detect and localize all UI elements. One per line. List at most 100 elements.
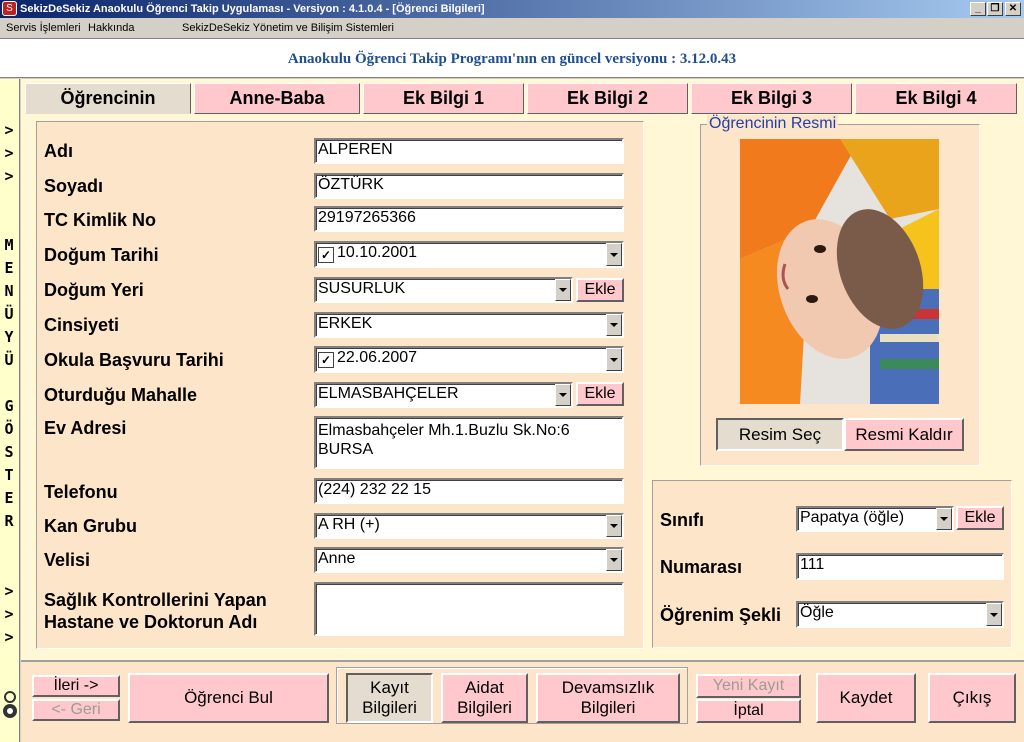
version-banner-text: Anaokulu Öğrenci Takip Programı'nın en g…: [287, 51, 737, 67]
sinif-ekle-button[interactable]: Ekle: [956, 506, 1004, 530]
dogum-tarihi-picker[interactable]: ✓ 10.10.2001: [314, 241, 624, 268]
mahalle-ekle-button[interactable]: Ekle: [576, 382, 624, 406]
kayit-bilgileri-button[interactable]: Kayıt Bilgileri: [346, 673, 433, 723]
menu-bar: Servis İşlemleri Hakkında SekizDeSekiz Y…: [0, 18, 1024, 38]
side-menu-letter: Ü: [4, 305, 14, 323]
dropdown-arrow-icon[interactable]: [986, 603, 1002, 626]
label-adi: Adı: [44, 141, 73, 161]
ogrenim-sekli-value: Öğle: [800, 604, 834, 621]
dropdown-arrow-icon[interactable]: [606, 314, 622, 336]
dogum-yeri-select[interactable]: SUSURLUK: [314, 277, 573, 303]
ogrenim-sekli-select[interactable]: Öğle: [796, 601, 1004, 628]
dropdown-arrow-icon[interactable]: [555, 279, 571, 301]
side-menu-letter: M: [4, 236, 14, 254]
adi-field[interactable]: ALPEREN: [314, 138, 624, 164]
side-menu-letter: T: [4, 466, 14, 484]
devamsizlik-label-2: Bilgileri: [580, 698, 636, 717]
photo-group-title: Öğrencinin Resmi: [707, 115, 839, 133]
mahalle-value: ELMASBAHÇELER: [318, 385, 459, 402]
app-icon[interactable]: S: [2, 1, 17, 16]
arrow-icon: >: [4, 605, 14, 623]
label-dogum-yeri: Doğum Yeri: [44, 280, 144, 300]
tab-anne-baba[interactable]: Anne-Baba: [194, 83, 360, 114]
geri-button[interactable]: <- Geri: [32, 699, 120, 721]
iptal-button[interactable]: İptal: [696, 699, 801, 723]
label-saglik-2: Hastane ve Doktorun Adı: [44, 612, 258, 632]
label-ogrenim-sekli: Öğrenim Şekli: [660, 605, 782, 625]
numara-field[interactable]: 111: [796, 553, 1004, 580]
dropdown-arrow-icon[interactable]: [555, 384, 571, 406]
adres-textarea[interactable]: Elmasbahçeler Mh.1.Buzlu Sk.No:6 BURSA: [314, 416, 624, 469]
label-basvuru-tarihi: Okula Başvuru Tarihi: [44, 350, 224, 370]
adres-line-1: Elmasbahçeler Mh.1.Buzlu Sk.No:6: [318, 422, 570, 439]
yeni-kayit-button[interactable]: Yeni Kayıt: [696, 674, 801, 698]
window-title: SekizDeSekiz Anaokulu Öğrenci Takip Uygu…: [20, 3, 485, 15]
label-tc: TC Kimlik No: [44, 210, 157, 230]
label-cinsiyet: Cinsiyeti: [44, 315, 120, 335]
arrow-icon: >: [4, 582, 14, 600]
menu-company[interactable]: SekizDeSekiz Yönetim ve Bilişim Sistemle…: [182, 18, 394, 38]
menu-hakkinda[interactable]: Hakkında: [88, 18, 134, 38]
label-adres: Ev Adresi: [44, 418, 127, 438]
devamsizlik-bilgileri-button[interactable]: Devamsızlık Bilgileri: [536, 673, 680, 723]
kayit-bilgileri-label-2: Bilgileri: [362, 698, 417, 717]
telefon-field[interactable]: (224) 232 22 15: [314, 478, 624, 504]
ileri-button[interactable]: İleri ->: [32, 675, 120, 697]
kaydet-button[interactable]: Kaydet: [816, 673, 916, 723]
side-menu-letter: G: [4, 397, 14, 415]
checkbox-icon[interactable]: ✓: [318, 352, 334, 368]
tab-ek-bilgi-3[interactable]: Ek Bilgi 3: [691, 83, 852, 114]
close-icon[interactable]: ✕: [1005, 2, 1021, 16]
saglik-textarea[interactable]: [314, 582, 624, 636]
dropdown-arrow-icon[interactable]: [606, 348, 622, 371]
side-menu-letter: Ö: [4, 420, 14, 438]
soyadi-field[interactable]: ÖZTÜRK: [314, 173, 624, 199]
dropdown-arrow-icon[interactable]: [936, 508, 952, 530]
basvuru-tarihi-picker[interactable]: ✓ 22.06.2007: [314, 346, 624, 373]
arrow-icon: >: [4, 144, 14, 162]
dropdown-arrow-icon[interactable]: [606, 515, 622, 537]
dogum-yeri-value: SUSURLUK: [318, 280, 406, 297]
side-menu-toggle[interactable]: > > > M E N Ü Y Ü G Ö S T E R > > >: [0, 79, 20, 742]
sinif-select[interactable]: Papatya (öğle): [796, 506, 954, 532]
tab-ogrencinin[interactable]: Öğrencinin: [25, 83, 191, 114]
resim-sec-button[interactable]: Resim Seç: [716, 418, 844, 451]
label-veli: Velisi: [44, 550, 91, 570]
arrow-icon: >: [4, 121, 14, 139]
veli-select[interactable]: Anne: [314, 547, 624, 573]
dropdown-arrow-icon[interactable]: [606, 549, 622, 571]
ogrenci-bul-button[interactable]: Öğrenci Bul: [128, 673, 329, 723]
arrow-icon: >: [4, 628, 14, 646]
menu-servis[interactable]: Servis İşlemleri: [6, 18, 81, 38]
kan-grubu-value: A RH (+): [318, 516, 380, 533]
side-menu-letter: N: [4, 282, 14, 300]
arrow-icon: >: [4, 167, 14, 185]
side-menu-letter: Ü: [4, 351, 14, 369]
label-mahalle: Oturduğu Mahalle: [44, 385, 197, 405]
resmi-kaldir-button[interactable]: Resmi Kaldır: [844, 418, 964, 451]
dogum-tarihi-value: 10.10.2001: [337, 244, 418, 261]
tc-field[interactable]: 29197265366: [314, 206, 624, 232]
title-bar: SekizDeSekiz Anaokulu Öğrenci Takip Uygu…: [0, 0, 1024, 18]
tab-ek-bilgi-1[interactable]: Ek Bilgi 1: [363, 83, 524, 114]
dogum-yeri-ekle-button[interactable]: Ekle: [576, 278, 624, 302]
dropdown-arrow-icon[interactable]: [606, 243, 622, 266]
tab-ek-bilgi-2[interactable]: Ek Bilgi 2: [527, 83, 688, 114]
student-photo[interactable]: [740, 139, 939, 404]
restore-icon[interactable]: ❐: [987, 2, 1003, 16]
version-banner[interactable]: Anaokulu Öğrenci Takip Programı'nın en g…: [0, 38, 1024, 78]
app-window: SekizDeSekiz Anaokulu Öğrenci Takip Uygu…: [0, 0, 1024, 742]
cikis-button[interactable]: Çıkış: [928, 673, 1016, 723]
tab-ek-bilgi-4[interactable]: Ek Bilgi 4: [855, 83, 1017, 114]
side-menu-letter: E: [4, 489, 14, 507]
label-saglik-1: Sağlık Kontrollerini Yapan: [44, 590, 267, 610]
cinsiyet-value: ERKEK: [318, 315, 373, 332]
aidat-bilgileri-button[interactable]: Aidat Bilgileri: [441, 673, 528, 723]
kan-grubu-select[interactable]: A RH (+): [314, 513, 624, 539]
aidat-bilgileri-label-1: Aidat: [465, 678, 504, 697]
minimize-icon[interactable]: _: [970, 2, 986, 16]
checkbox-icon[interactable]: ✓: [318, 247, 334, 263]
cinsiyet-select[interactable]: ERKEK: [314, 312, 624, 338]
adres-line-2: BURSA: [318, 441, 374, 458]
mahalle-select[interactable]: ELMASBAHÇELER: [314, 382, 573, 408]
